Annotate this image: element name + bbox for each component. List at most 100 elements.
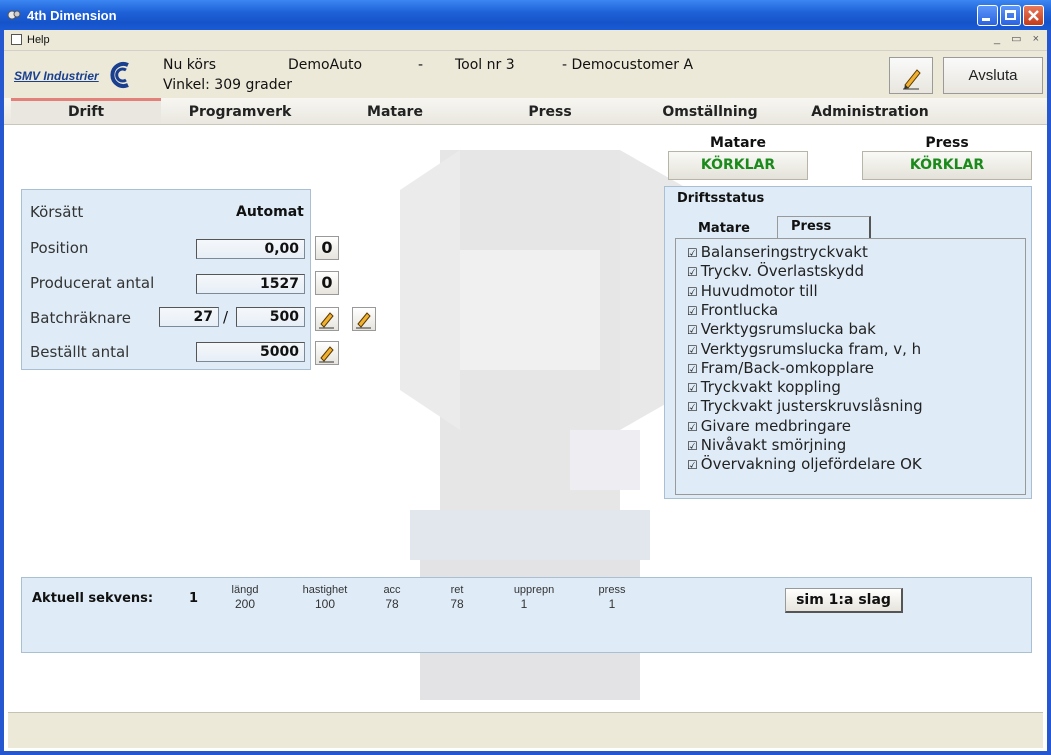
sequence-panel: Aktuell sekvens: 1 längd 200 hastighet 1… (21, 577, 1032, 653)
sequence-label: Aktuell sekvens: (32, 591, 154, 606)
checklist-item-label: Verktygsrumslucka fram, v, h (700, 339, 922, 358)
producerat-reset-button[interactable]: 0 (315, 271, 339, 295)
pencil-icon (356, 312, 371, 329)
subtab-press[interactable]: Press (791, 219, 831, 234)
checklist-item-label: Huvudmotor till (700, 281, 818, 300)
seq-value-langd: 200 (234, 597, 256, 611)
checklist-item-label: Balanseringstryckvakt (700, 243, 868, 261)
producerat-label: Producerat antal (30, 274, 155, 292)
checkbox-checked-icon[interactable]: ☑ (687, 285, 698, 299)
edit-button[interactable] (889, 57, 933, 94)
seq-header-ret: ret (450, 584, 464, 596)
sequence-number: 1 (189, 591, 199, 606)
tool-name: Tool nr 3 (455, 57, 515, 73)
close-icon[interactable] (1023, 5, 1044, 26)
sim-first-stroke-button[interactable]: sim 1:a slag (785, 588, 903, 613)
position-label: Position (30, 239, 89, 257)
checkbox-checked-icon[interactable]: ☑ (687, 304, 698, 318)
checklist-item[interactable]: ☑ Nivåvakt smörjning (687, 436, 846, 454)
checklist-item[interactable]: ☑ Frontlucka (687, 301, 778, 319)
position-field[interactable]: 0,00 (196, 239, 305, 259)
tab-drift[interactable]: Drift (11, 98, 161, 124)
pencil-icon (319, 346, 334, 363)
pencil-icon (319, 312, 334, 329)
checkbox-checked-icon[interactable]: ☑ (687, 420, 698, 434)
header-separator: - (418, 57, 424, 73)
driftsstatus-panel: Driftsstatus Matare Press ☑ Balanseringst… (664, 186, 1032, 499)
checklist-item-label: Givare medbringare (700, 416, 851, 435)
checklist-item[interactable]: ☑ Tryckvakt justerskruvslåsning (687, 397, 923, 415)
press-status-button[interactable]: KÖRKLAR (862, 151, 1032, 180)
maximize-icon[interactable] (1000, 5, 1021, 26)
checkbox-checked-icon[interactable]: ☑ (687, 458, 698, 472)
menu-help[interactable]: Help (27, 34, 50, 46)
seq-header-hastighet: hastighet (302, 584, 348, 596)
checklist-item[interactable]: ☑ Fram/Back-omkopplare (687, 359, 874, 377)
checklist-item-label: Nivåvakt smörjning (700, 436, 847, 454)
edit-batch-current-button[interactable] (315, 307, 339, 331)
production-panel: Körsätt Automat Position 0,00 0 Producer… (21, 189, 376, 370)
korsatt-label: Körsätt (30, 203, 84, 221)
batch-current-field[interactable]: 27 (159, 307, 219, 327)
checklist-item[interactable]: ☑ Balanseringstryckvakt (687, 243, 868, 261)
minimize-icon[interactable] (977, 5, 998, 26)
subtab-matare[interactable]: Matare (698, 221, 750, 236)
tab-press[interactable]: Press (495, 98, 605, 124)
matare-status-button[interactable]: KÖRKLAR (668, 151, 808, 180)
window-title: 4th Dimension (27, 8, 117, 23)
checklist-item[interactable]: ☑ Verktygsrumslucka fram, v, h (687, 340, 921, 358)
producerat-field[interactable]: 1527 (196, 274, 305, 294)
matare-status-label: Matare (710, 135, 766, 151)
tab-programverk[interactable]: Programverk (170, 98, 310, 124)
batch-label: Batchräknare (30, 309, 131, 327)
checklist-item-label: Tryckvakt justerskruvslåsning (700, 397, 923, 416)
mdi-controls[interactable]: _ ▭ × (994, 32, 1043, 45)
logo-text: SMV Industrier (14, 69, 99, 83)
app-icon (7, 10, 21, 20)
checkbox-checked-icon[interactable]: ☑ (687, 400, 698, 414)
seq-header-acc: acc (383, 584, 401, 596)
checkbox-checked-icon[interactable]: ☑ (687, 246, 698, 260)
window-titlebar[interactable]: 4th Dimension (0, 0, 1051, 30)
seq-value-press: 1 (608, 597, 616, 611)
checkbox-checked-icon[interactable]: ☑ (687, 439, 698, 453)
seq-header-langd: längd (231, 584, 259, 596)
checklist-item[interactable]: ☑ Givare medbringare (687, 417, 851, 435)
company-logo: SMV Industrier (14, 61, 142, 89)
customer-name: - Democustomer A (562, 57, 694, 73)
checkbox-checked-icon[interactable]: ☑ (687, 265, 698, 279)
exit-button[interactable]: Avsluta (943, 57, 1043, 94)
checklist-item[interactable]: ☑ Tryckv. Överlastskydd (687, 262, 864, 280)
batch-total-field[interactable]: 500 (236, 307, 305, 327)
tab-omstallning[interactable]: Omställning (640, 98, 780, 124)
edit-bestallt-button[interactable] (315, 341, 339, 365)
window-frame-right (1047, 30, 1051, 755)
seq-header-press: press (598, 584, 626, 596)
checkbox-checked-icon[interactable]: ☑ (687, 381, 698, 395)
position-reset-button[interactable]: 0 (315, 236, 339, 260)
checkbox-checked-icon[interactable]: ☑ (687, 323, 698, 337)
bestallt-label: Beställt antal (30, 343, 130, 361)
batch-separator: / (223, 308, 229, 326)
bestallt-field[interactable]: 5000 (196, 342, 305, 362)
checkbox-checked-icon[interactable]: ☑ (687, 343, 698, 357)
checklist-item[interactable]: ☑ Huvudmotor till (687, 282, 818, 300)
tab-matare[interactable]: Matare (340, 98, 450, 124)
program-name: DemoAuto (288, 57, 363, 73)
checklist-item[interactable]: ☑ Verktygsrumslucka bak (687, 320, 876, 338)
angle-readout: Vinkel: 309 grader (163, 77, 292, 93)
checklist-item-label: Fram/Back-omkopplare (700, 358, 875, 377)
edit-batch-total-button[interactable] (352, 307, 376, 331)
main-nav: Drift Programverk Matare Press Omställni… (0, 98, 1051, 125)
seq-value-hastighet: 100 (314, 597, 336, 611)
running-label: Nu körs (163, 57, 217, 73)
checklist-item[interactable]: ☑ Övervakning oljefördelare OK (687, 455, 922, 473)
checklist-item-label: Verktygsrumslucka bak (700, 320, 876, 339)
checkbox-checked-icon[interactable]: ☑ (687, 362, 698, 376)
logo-icon (110, 62, 129, 88)
window-frame-bottom (0, 751, 1051, 755)
document-icon (11, 34, 22, 45)
tab-administration[interactable]: Administration (790, 98, 950, 124)
seq-value-ret: 78 (450, 597, 464, 611)
checklist-item[interactable]: ☑ Tryckvakt koppling (687, 378, 841, 396)
